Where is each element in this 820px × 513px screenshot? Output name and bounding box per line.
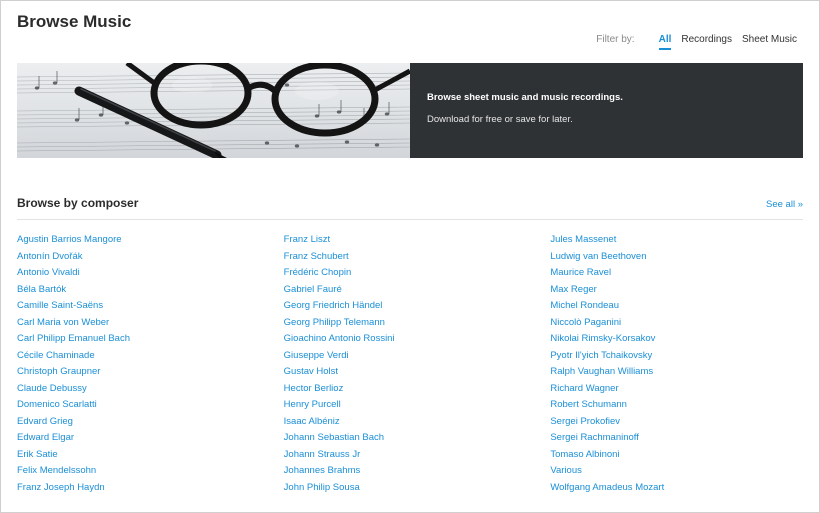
- composer-link[interactable]: Gabriel Fauré: [284, 284, 551, 301]
- filter-sheet-music[interactable]: Sheet Music: [742, 34, 797, 45]
- composer-column-3: Jules Massenet Ludwig van Beethoven Maur…: [550, 234, 817, 498]
- composer-column-2: Franz Liszt Franz Schubert Frédéric Chop…: [284, 234, 551, 498]
- composer-link[interactable]: Frédéric Chopin: [284, 267, 551, 284]
- composer-link[interactable]: Pyotr Il'yich Tchaikovsky: [550, 350, 817, 367]
- composer-link[interactable]: Felix Mendelssohn: [17, 465, 284, 482]
- composer-link[interactable]: Wolfgang Amadeus Mozart: [550, 482, 817, 499]
- composer-link[interactable]: Isaac Albéniz: [284, 416, 551, 433]
- composer-link[interactable]: Maurice Ravel: [550, 267, 817, 284]
- composer-link[interactable]: Georg Friedrich Händel: [284, 300, 551, 317]
- page-frame: Browse Music Filter by: All Recordings S…: [0, 0, 820, 513]
- filter-all[interactable]: All: [658, 34, 672, 50]
- filter-label: Filter by:: [596, 34, 635, 45]
- hero-text-panel: Browse sheet music and music recordings.…: [410, 63, 803, 158]
- composer-link[interactable]: Michel Rondeau: [550, 300, 817, 317]
- composer-link[interactable]: Camille Saint-Saëns: [17, 300, 284, 317]
- composer-link[interactable]: Cécile Chaminade: [17, 350, 284, 367]
- hero-subtitle: Download for free or save for later.: [427, 114, 573, 125]
- composer-column-1: Agustin Barrios Mangore Antonín Dvořák A…: [17, 234, 284, 498]
- composer-link[interactable]: John Philip Sousa: [284, 482, 551, 499]
- hero-banner: Browse sheet music and music recordings.…: [17, 63, 803, 158]
- composer-link[interactable]: Robert Schumann: [550, 399, 817, 416]
- composer-link[interactable]: Franz Liszt: [284, 234, 551, 251]
- hero-image: [17, 63, 410, 158]
- composer-link[interactable]: Gioachino Antonio Rossini: [284, 333, 551, 350]
- composer-link[interactable]: Agustin Barrios Mangore: [17, 234, 284, 251]
- composer-link[interactable]: Various: [550, 465, 817, 482]
- composer-link[interactable]: Domenico Scarlatti: [17, 399, 284, 416]
- hero-title: Browse sheet music and music recordings.: [427, 92, 623, 103]
- composer-link[interactable]: Giuseppe Verdi: [284, 350, 551, 367]
- composer-link[interactable]: Christoph Graupner: [17, 366, 284, 383]
- sheet-music-glasses-illustration: [17, 63, 410, 158]
- composer-list: Agustin Barrios Mangore Antonín Dvořák A…: [17, 234, 817, 498]
- composer-link[interactable]: Johannes Brahms: [284, 465, 551, 482]
- composer-link[interactable]: Niccolò Paganini: [550, 317, 817, 334]
- composer-link[interactable]: Antonio Vivaldi: [17, 267, 284, 284]
- composer-link[interactable]: Johann Sebastian Bach: [284, 432, 551, 449]
- composer-link[interactable]: Tomaso Albinoni: [550, 449, 817, 466]
- composer-link[interactable]: Nikolai Rimsky-Korsakov: [550, 333, 817, 350]
- composer-link[interactable]: Béla Bartók: [17, 284, 284, 301]
- see-all-link[interactable]: See all »: [766, 199, 803, 210]
- composer-link[interactable]: Ralph Vaughan Williams: [550, 366, 817, 383]
- composer-link[interactable]: Max Reger: [550, 284, 817, 301]
- page-title: Browse Music: [17, 12, 132, 31]
- section-title: Browse by composer: [17, 196, 139, 210]
- composer-link[interactable]: Franz Joseph Haydn: [17, 482, 284, 499]
- composer-link[interactable]: Henry Purcell: [284, 399, 551, 416]
- composer-link[interactable]: Antonín Dvořák: [17, 251, 284, 268]
- composer-link[interactable]: Claude Debussy: [17, 383, 284, 400]
- composer-link[interactable]: Ludwig van Beethoven: [550, 251, 817, 268]
- composer-link[interactable]: Erik Satie: [17, 449, 284, 466]
- composer-link[interactable]: Carl Philipp Emanuel Bach: [17, 333, 284, 350]
- composer-link[interactable]: Edward Elgar: [17, 432, 284, 449]
- composer-link[interactable]: Jules Massenet: [550, 234, 817, 251]
- composer-link[interactable]: Franz Schubert: [284, 251, 551, 268]
- composer-link[interactable]: Hector Berlioz: [284, 383, 551, 400]
- composer-section-header: Browse by composer See all »: [17, 196, 803, 220]
- composer-link[interactable]: Richard Wagner: [550, 383, 817, 400]
- composer-link[interactable]: Sergei Prokofiev: [550, 416, 817, 433]
- filter-bar: Filter by: All Recordings Sheet Music: [596, 34, 797, 50]
- composer-link[interactable]: Gustav Holst: [284, 366, 551, 383]
- composer-link[interactable]: Carl Maria von Weber: [17, 317, 284, 334]
- composer-link[interactable]: Georg Philipp Telemann: [284, 317, 551, 334]
- composer-link[interactable]: Sergei Rachmaninoff: [550, 432, 817, 449]
- filter-recordings[interactable]: Recordings: [681, 34, 732, 45]
- composer-link[interactable]: Edvard Grieg: [17, 416, 284, 433]
- composer-link[interactable]: Johann Strauss Jr: [284, 449, 551, 466]
